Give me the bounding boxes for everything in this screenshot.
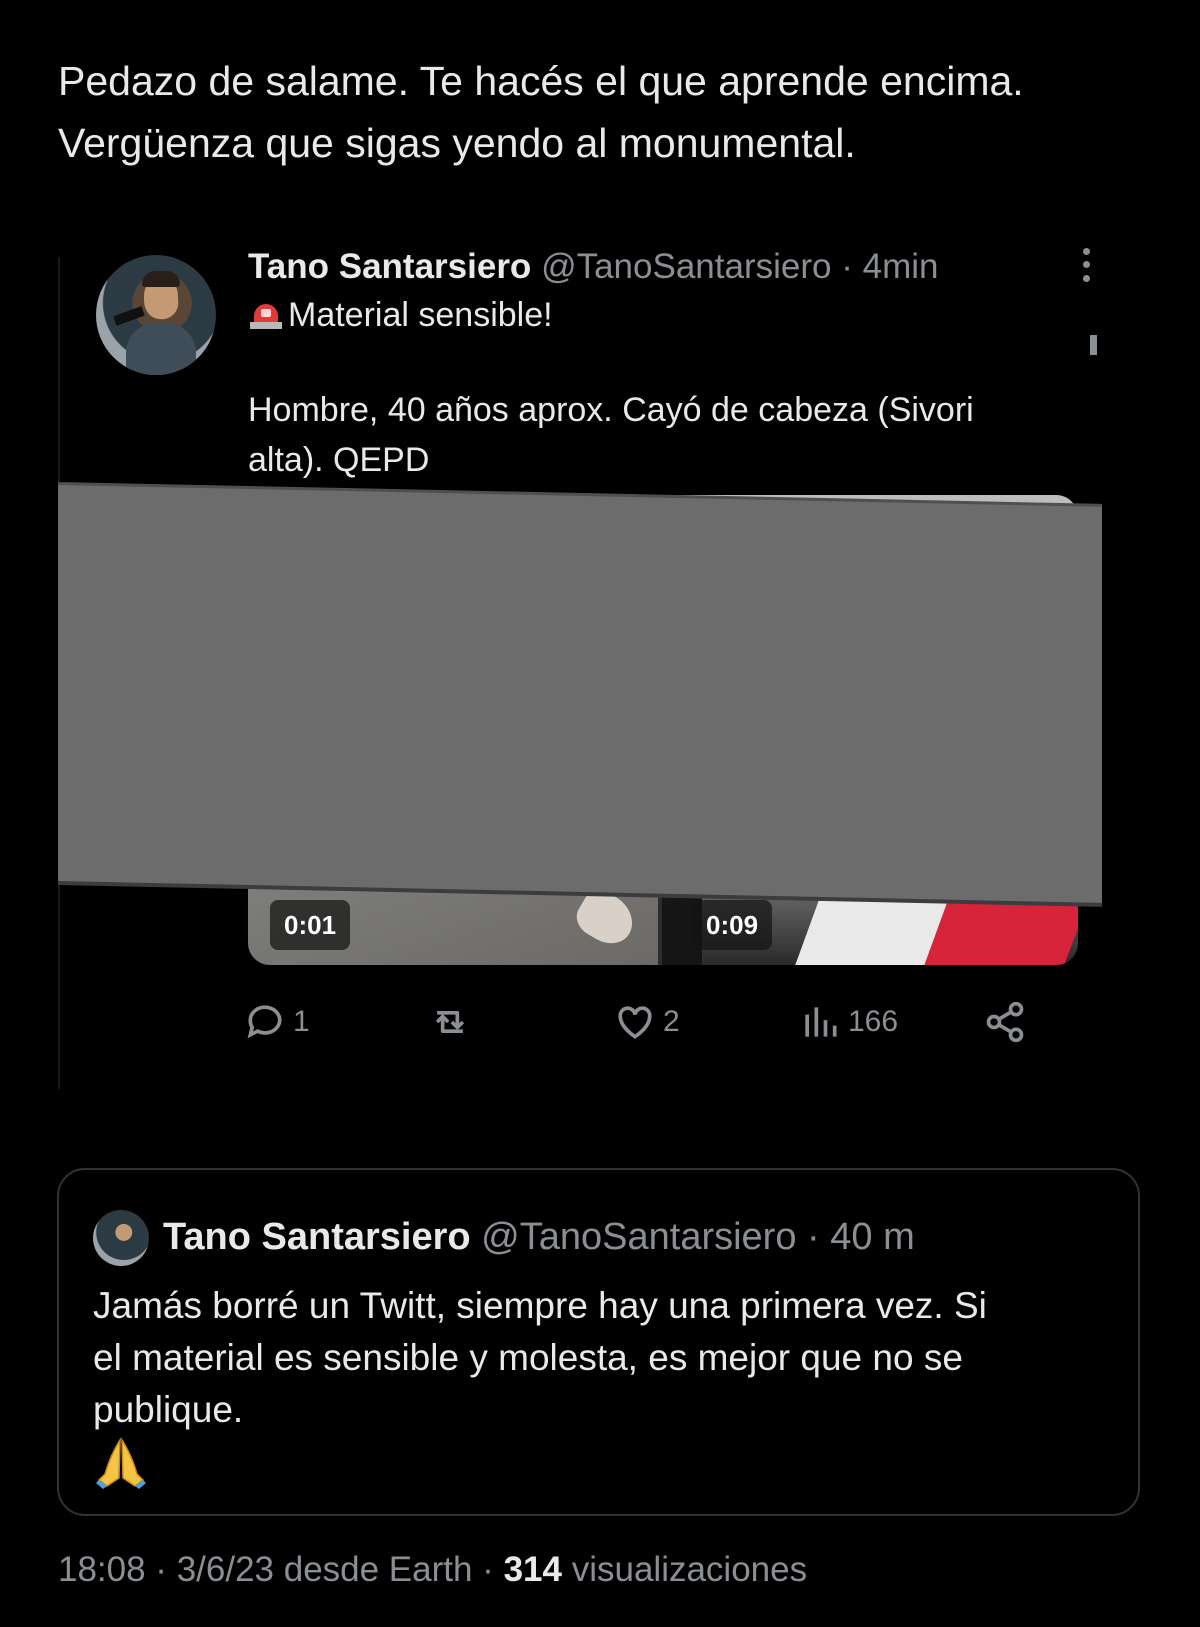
views-total: 314 — [503, 1550, 562, 1589]
body-line: el material es sensible y molesta, es me… — [93, 1337, 963, 1378]
censor-overlay — [58, 485, 1102, 903]
reply-count: 1 — [293, 1005, 310, 1038]
views-button[interactable]: 166 — [798, 997, 898, 1047]
tweet-time[interactable]: · 4min — [841, 247, 938, 286]
share-button[interactable] — [983, 997, 1033, 1047]
siren-icon — [248, 302, 284, 330]
praying-hands-icon — [96, 1437, 146, 1489]
views-count: 166 — [848, 1005, 899, 1038]
embedded-tweet-screenshot[interactable]: Tano Santarsiero @TanoSantarsiero · 4min… — [58, 245, 1140, 1089]
more-options-icon[interactable] — [1078, 245, 1094, 285]
tweet-time[interactable]: · 40 m — [807, 1216, 915, 1258]
author-name[interactable]: Tano Santarsiero — [248, 247, 531, 286]
main-tweet-line: Vergüenza que sigas yendo al monumental. — [58, 120, 856, 166]
body-line: Jamás borré un Twitt, siempre hay una pr… — [93, 1285, 987, 1326]
author-handle[interactable]: @TanoSantarsiero — [541, 247, 831, 286]
main-tweet-text: Pedazo de salame. Te hacés el que aprend… — [58, 50, 1168, 174]
like-count: 2 — [663, 1005, 680, 1038]
alert-text: Material sensible! — [288, 296, 553, 334]
bar-chart-icon — [805, 1007, 837, 1037]
tweet-footer-meta: 18:08 · 3/6/23 desde Earth · 314 visuali… — [58, 1545, 807, 1595]
body-line: publique. — [93, 1389, 244, 1430]
heart-icon — [618, 1006, 652, 1039]
scrollbar-thumb[interactable] — [1090, 335, 1097, 355]
quoted-tweet-card[interactable]: Tano Santarsiero @TanoSantarsiero · 40 m… — [57, 1168, 1140, 1516]
reply-button[interactable]: 1 — [243, 997, 310, 1047]
retweet-icon — [435, 1011, 465, 1033]
reply-icon — [247, 1005, 282, 1039]
sensitive-alert: Material sensible! — [248, 293, 553, 337]
tweet-actions: 1 2 166 — [243, 997, 1043, 1047]
main-tweet-line: Pedazo de salame. Te hacés el que aprend… — [58, 58, 1024, 104]
retweet-button[interactable] — [428, 997, 478, 1047]
embedded-tweet-body: Hombre, 40 años aprox. Cayó de cabeza (S… — [248, 385, 1078, 485]
tweet-timestamp[interactable]: 18:08 · 3/6/23 desde Earth · — [58, 1550, 504, 1589]
video-duration-badge: 0:01 — [270, 900, 351, 950]
like-button[interactable]: 2 — [613, 997, 680, 1047]
author-name[interactable]: Tano Santarsiero — [163, 1216, 471, 1258]
body-line: Hombre, 40 años aprox. Cayó de cabeza (S… — [248, 391, 974, 429]
author-handle[interactable]: @TanoSantarsiero — [481, 1216, 796, 1258]
quoted-tweet-header: Tano Santarsiero @TanoSantarsiero · 40 m — [163, 1212, 915, 1262]
avatar[interactable] — [96, 255, 216, 375]
avatar[interactable] — [93, 1210, 149, 1266]
views-label: visualizaciones — [561, 1550, 808, 1589]
video-duration-badge: 0:09 — [692, 900, 773, 950]
share-icon — [986, 1001, 1024, 1043]
tweet-detail-page: Pedazo de salame. Te hacés el que aprend… — [0, 0, 1200, 1627]
embedded-tweet-header: Tano Santarsiero @TanoSantarsiero · 4min — [248, 245, 938, 289]
quoted-tweet-body: Jamás borré un Twitt, siempre hay una pr… — [93, 1280, 1103, 1436]
body-line: alta). QEPD — [248, 441, 430, 479]
